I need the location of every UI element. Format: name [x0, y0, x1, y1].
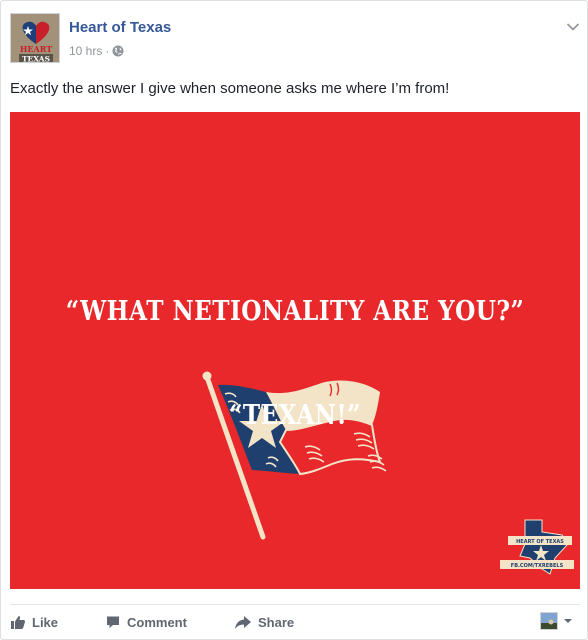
badge-bottom-text: FB.COM/TXREBELS — [511, 563, 564, 569]
post-as-selector[interactable] — [540, 610, 576, 632]
viewer-avatar — [540, 612, 558, 630]
globe-icon — [112, 45, 124, 57]
comment-icon — [107, 616, 119, 628]
like-button[interactable]: Like — [10, 610, 58, 634]
avatar-logo: HEART TEXAS — [11, 14, 59, 64]
avatar-text-heart: HEART — [20, 44, 52, 54]
post-actions: Like Comment Share — [10, 610, 580, 634]
like-label: Like — [32, 614, 59, 630]
post-image[interactable]: HEART OF TEXAS FB.COM/TXREBELS “WHAT NET… — [10, 112, 580, 589]
texas-flag-illustration: HEART OF TEXAS FB.COM/TXREBELS — [202, 371, 574, 575]
share-arrow-icon — [235, 616, 251, 629]
avatar-text-texas: TEXAS — [22, 55, 50, 64]
thumbs-up-icon — [11, 616, 26, 629]
meta-separator: · — [105, 44, 110, 58]
comment-button[interactable]: Comment — [105, 610, 187, 634]
post-header: HEART TEXAS Heart of Texas 10 hrs · — [10, 13, 580, 65]
badge-top-text: HEART OF TEXAS — [516, 539, 564, 545]
comment-label: Comment — [127, 614, 187, 630]
share-label: Share — [258, 614, 295, 630]
chevron-down-icon — [564, 619, 572, 623]
image-answer-text: “TEXAN!” — [229, 400, 361, 431]
chevron-down-icon[interactable] — [566, 19, 580, 31]
actions-divider — [10, 604, 580, 605]
page-name-link[interactable]: Heart of Texas — [69, 19, 171, 36]
post-card: HEART TEXAS Heart of Texas 10 hrs · Exac… — [0, 0, 588, 640]
page-avatar[interactable]: HEART TEXAS — [10, 13, 60, 63]
post-message: Exactly the answer I give when someone a… — [10, 80, 450, 97]
heart-of-texas-badge: HEART OF TEXAS FB.COM/TXREBELS — [500, 519, 574, 575]
share-button[interactable]: Share — [234, 610, 294, 634]
post-meta: 10 hrs · — [69, 44, 124, 58]
post-timestamp[interactable]: 10 hrs — [69, 44, 102, 58]
image-question-text: “WHAT NETIONALITY ARE YOU?” — [65, 296, 525, 327]
